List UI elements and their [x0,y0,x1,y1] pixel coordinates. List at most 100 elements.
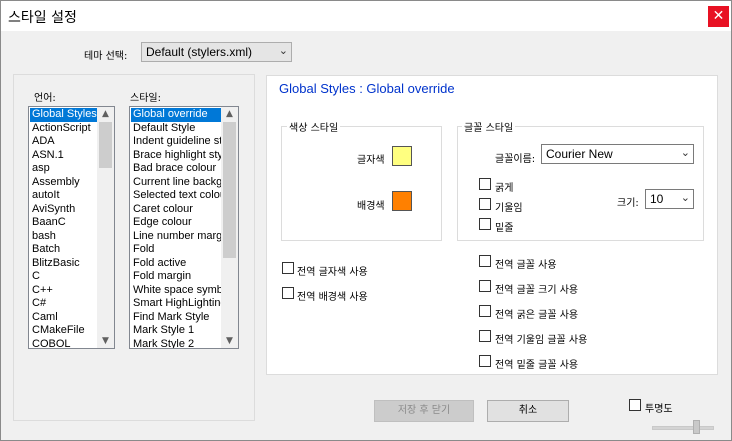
language-list-item[interactable]: C# [30,297,98,311]
scroll-thumb[interactable] [99,122,112,168]
language-list-item[interactable]: COBOL [30,338,98,349]
global-fg-label: 전역 글자색 사용 [297,267,368,278]
font-size-value: 10 [650,192,664,206]
global-underline-label: 전역 밑줄 글꼴 사용 [495,360,579,371]
language-list-item[interactable]: autoIt [30,189,98,203]
style-list-item[interactable]: Smart HighLighting [131,297,222,311]
style-list-item[interactable]: Global override [131,108,222,122]
bold-checkbox[interactable] [479,178,491,190]
save-close-button[interactable]: 저장 후 닫기 [374,400,474,422]
style-list-item[interactable]: Fold active [131,257,222,271]
style-label: 스타일: [130,93,161,104]
style-list-item[interactable]: Find Mark Style [131,311,222,325]
language-list-item[interactable]: Batch [30,243,98,257]
global-underline-checkbox[interactable] [479,355,491,367]
style-list-item[interactable]: White space symbo [131,284,222,298]
color-style-group [281,126,442,241]
bg-color-swatch[interactable] [392,191,412,211]
underline-label: 밑줄 [495,223,514,234]
style-list-item[interactable]: Fold margin [131,270,222,284]
chevron-down-icon: ⌄ [680,146,690,159]
style-list-item[interactable]: Selected text colou [131,189,222,203]
language-list-item[interactable]: C++ [30,284,98,298]
style-list-item[interactable]: Mark Style 1 [131,324,222,338]
style-list-item[interactable]: Brace highlight styl [131,149,222,163]
global-font-size-label: 전역 글꼴 크기 사용 [495,285,579,296]
style-list-item[interactable]: Bad brace colour [131,162,222,176]
italic-checkbox[interactable] [479,198,491,210]
global-bold-checkbox[interactable] [479,305,491,317]
color-style-title: 색상 스타일 [287,119,341,134]
close-button[interactable]: ✕ [708,6,729,27]
global-font-checkbox[interactable] [479,255,491,267]
language-list[interactable]: Global Styles ActionScript ADA ASN.1 asp Asse… [28,106,115,349]
language-list-item[interactable]: Global Styles [30,108,98,122]
language-list-item[interactable]: C [30,270,98,284]
theme-select[interactable]: Default (stylers.xml) ⌄ [141,42,292,62]
global-italic-checkbox[interactable] [479,330,491,342]
bg-color-label: 배경색 [357,201,385,212]
language-list-item[interactable]: bash [30,230,98,244]
style-list-item[interactable]: Default Style [131,122,222,136]
scroll-down-icon[interactable]: ▼ [221,334,238,348]
global-bold-label: 전역 굵은 글꼴 사용 [495,310,579,321]
title-bar: 스타일 설정 ✕ [1,1,731,31]
fg-color-label: 글자색 [357,155,385,166]
save-close-label: 저장 후 닫기 [397,405,451,416]
transparency-label: 투명도 [645,404,673,415]
global-bg-label: 전역 배경색 사용 [297,292,368,303]
global-fg-checkbox[interactable] [282,262,294,274]
scroll-up-icon[interactable]: ▲ [97,107,114,121]
style-list-item[interactable]: Caret colour [131,203,222,217]
style-list-item[interactable]: Current line backgr [131,176,222,190]
font-name-value: Courier New [546,147,613,161]
close-icon: ✕ [712,8,725,24]
theme-value: Default (stylers.xml) [146,45,253,59]
italic-label: 기울임 [495,203,523,214]
language-label: 언어: [34,93,56,104]
global-bg-checkbox[interactable] [282,287,294,299]
font-name-label: 글꼴이름: [495,154,536,165]
language-list-item[interactable]: ADA [30,135,98,149]
language-list-item[interactable]: Assembly [30,176,98,190]
chevron-down-icon: ⌄ [680,191,690,204]
scroll-down-icon[interactable]: ▼ [97,334,114,348]
scroll-thumb[interactable] [223,122,236,258]
language-list-item[interactable]: CMakeFile [30,324,98,338]
style-list-item[interactable]: Indent guideline st [131,135,222,149]
language-list-item[interactable]: Caml [30,311,98,325]
font-name-select[interactable]: Courier New ⌄ [541,144,694,164]
transparency-slider-thumb[interactable] [693,420,700,434]
language-list-item[interactable]: asp [30,162,98,176]
theme-label: 테마 선택: [84,51,128,62]
style-list-scrollbar[interactable]: ▲ ▼ [221,107,238,348]
language-list-item[interactable]: ASN.1 [30,149,98,163]
font-size-select[interactable]: 10 ⌄ [645,189,694,209]
style-list[interactable]: Global override Default Style Indent guide… [129,106,239,349]
language-list-item[interactable]: BlitzBasic [30,257,98,271]
style-header: Global Styles : Global override [279,81,455,96]
style-list-item[interactable]: Fold [131,243,222,257]
global-italic-label: 전역 기울임 글꼴 사용 [495,335,588,346]
scroll-up-icon[interactable]: ▲ [221,107,238,121]
bold-label: 굵게 [495,183,514,194]
language-list-item[interactable]: ActionScript [30,122,98,136]
style-settings-dialog: 스타일 설정 ✕ 테마 선택: Default (stylers.xml) ⌄ … [0,0,732,441]
underline-checkbox[interactable] [479,218,491,230]
style-list-item[interactable]: Edge colour [131,216,222,230]
cancel-label: 취소 [518,405,538,416]
language-list-scrollbar[interactable]: ▲ ▼ [97,107,114,348]
transparency-checkbox[interactable] [629,399,641,411]
font-style-title: 글꼴 스타일 [462,119,516,134]
transparency-slider-track[interactable] [652,426,714,430]
global-font-size-checkbox[interactable] [479,280,491,292]
window-title: 스타일 설정 [8,10,77,26]
language-list-item[interactable]: AviSynth [30,203,98,217]
cancel-button[interactable]: 취소 [487,400,569,422]
chevron-down-icon: ⌄ [278,44,288,57]
style-list-item[interactable]: Mark Style 2 [131,338,222,349]
language-list-item[interactable]: BaanC [30,216,98,230]
style-list-item[interactable]: Line number marg [131,230,222,244]
fg-color-swatch[interactable] [392,146,412,166]
font-size-label: 크기: [617,198,639,209]
